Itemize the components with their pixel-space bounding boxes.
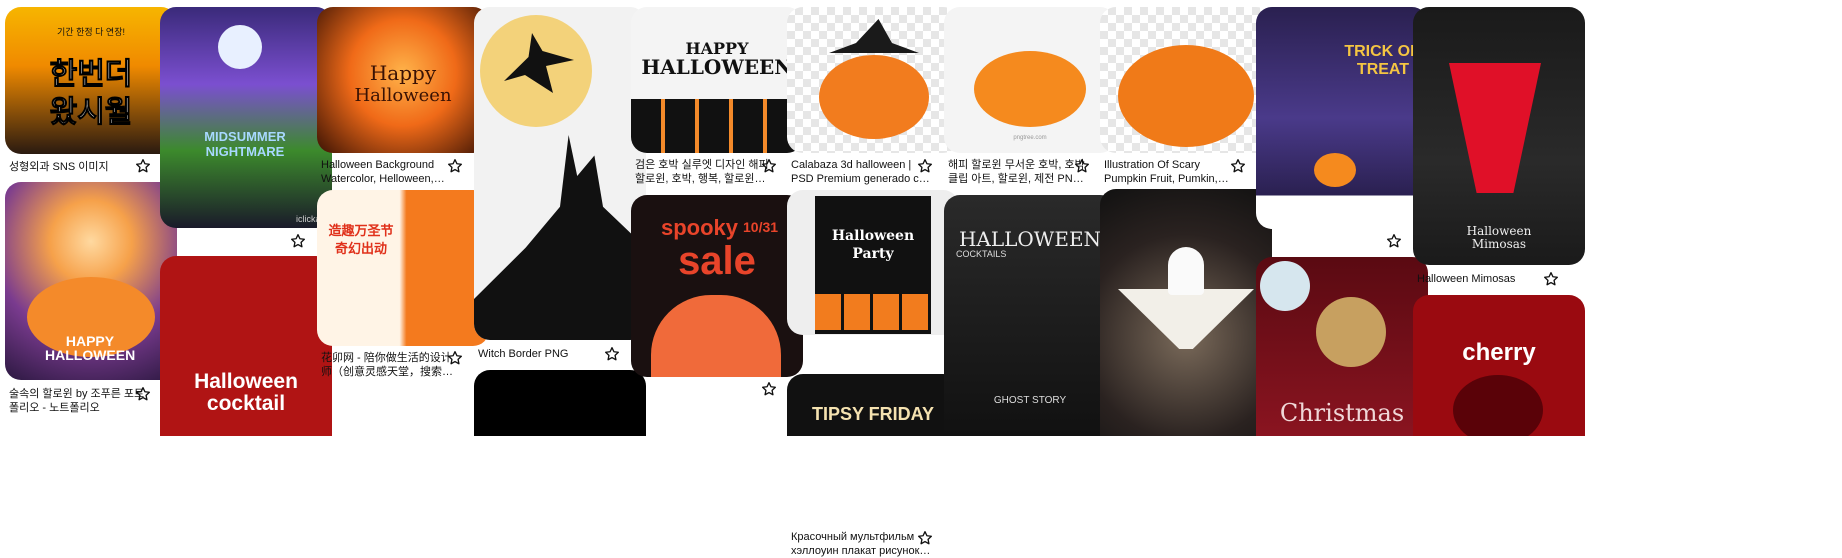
pin-image[interactable]: TRICK OR TREAT xyxy=(1256,7,1428,229)
pin-image[interactable] xyxy=(1100,189,1272,436)
pin-image[interactable]: HAPPY HALLOWEEN xyxy=(631,7,803,153)
pin-image-text: GHOST STORY xyxy=(993,395,1067,406)
pin-image[interactable]: cherry xyxy=(1413,295,1585,436)
witch-hat-shape xyxy=(829,19,919,53)
pin-image-text: spooky xyxy=(661,215,739,240)
pin-image-text: Party xyxy=(852,246,894,262)
pin-caption[interactable]: 술속의 할로윈 by 조푸른 포트폴리오 - 노트폴리오 xyxy=(9,387,149,415)
pin-image[interactable]: HAPPY HALLOWEEN xyxy=(5,182,177,380)
pin-image[interactable]: 造趣万圣节 奇幻出动 xyxy=(317,190,489,346)
pin-image[interactable]: Halloween Mimosas xyxy=(1413,7,1585,265)
cocktail-glass xyxy=(1118,289,1254,349)
pumpkin-row xyxy=(815,294,931,330)
pin-caption[interactable]: 해피 할로윈 무서운 호박, 호박 클립 아트, 할로윈, 제전 PNG, 일.… xyxy=(948,158,1088,186)
star-icon[interactable] xyxy=(135,158,151,174)
pin-image[interactable]: HALLOWEEN COCKTAILS GHOST STORY xyxy=(944,195,1116,436)
pin-image-text: 奇幻出动 xyxy=(334,241,387,256)
star-icon[interactable] xyxy=(604,346,620,362)
cocktail-glass xyxy=(1449,63,1541,193)
pin-caption[interactable]: Illustration Of Scary Pumpkin Fruit, Pum… xyxy=(1104,158,1244,186)
pin-image-text: cocktail xyxy=(206,392,286,415)
pin-image[interactable]: TIPSY FRIDAY xyxy=(787,374,959,436)
pin-image[interactable] xyxy=(1100,7,1272,153)
pin-image[interactable]: 기간 한정 다 연장! 한번더 왔시월 xyxy=(5,7,177,154)
pumpkin-shape xyxy=(974,51,1086,127)
pin-image[interactable] xyxy=(474,7,646,340)
pin-image[interactable]: pngtree.com xyxy=(944,7,1116,153)
ghost-shape xyxy=(1168,247,1204,295)
pin-image-text: Halloween xyxy=(354,85,452,106)
star-icon[interactable] xyxy=(761,381,777,397)
pin-image-text: sale xyxy=(678,239,756,283)
pumpkin-row xyxy=(631,99,803,153)
pin-image-text: 10/31 xyxy=(743,219,779,235)
pumpkin-shape xyxy=(1314,153,1356,187)
pin-caption[interactable]: Halloween Background Watercolor, Hellowe… xyxy=(321,158,461,186)
pin-image-text: TIPSY FRIDAY xyxy=(811,404,935,424)
pin-image[interactable] xyxy=(787,7,959,153)
cherry-shape xyxy=(1453,375,1543,436)
pin-image-text: HAPPY HALLOWEEN xyxy=(45,333,136,363)
pin-image-text: Halloween xyxy=(194,370,298,393)
pin-image[interactable]: Christmas xyxy=(1256,257,1428,436)
pumpkin-shape xyxy=(1118,45,1254,147)
ghosts-shape xyxy=(651,295,781,377)
pin-image[interactable] xyxy=(474,370,646,436)
castle-silhouette xyxy=(474,135,646,340)
pin-caption[interactable]: 花卯网 - 陪你做生活的设计师（创意灵感天堂，搜索、发现... xyxy=(321,351,461,379)
pin-image-text: Halloween xyxy=(831,228,915,244)
pin-caption[interactable]: 검은 호박 실루엣 디자인 해피 할로윈, 호박, 행복, 할로윈 PNG... xyxy=(635,158,775,186)
star-icon[interactable] xyxy=(447,158,463,174)
pin-caption[interactable]: Calabaza 3d halloween | PSD Premium gene… xyxy=(791,158,931,186)
pin-image-text: cherry xyxy=(1462,339,1536,366)
pin-caption[interactable]: Красочный мультфильм хэллоуин плакат рис… xyxy=(791,530,931,558)
star-icon[interactable] xyxy=(917,158,933,174)
pin-image-text: 왔시월 xyxy=(49,96,133,130)
pin-image-text: Happy xyxy=(369,61,437,85)
pin-image[interactable]: MIDSUMMER NIGHTMARE iclickart xyxy=(160,7,332,228)
star-icon[interactable] xyxy=(917,530,933,546)
pin-image[interactable]: Happy Halloween xyxy=(317,7,489,153)
pin-image-text: 기간 한정 다 연장! xyxy=(57,27,125,37)
star-icon[interactable] xyxy=(290,233,306,249)
star-icon[interactable] xyxy=(1543,271,1559,287)
star-icon[interactable] xyxy=(1386,233,1402,249)
pin-image[interactable]: Halloween cocktail xyxy=(160,256,332,436)
pin-image-text: MIDSUMMER NIGHTMARE xyxy=(204,129,286,159)
pin-image[interactable]: spooky 10/31 sale xyxy=(631,195,803,377)
pin-image-text: COCKTAILS xyxy=(956,249,1007,259)
ornament-shape xyxy=(1260,261,1310,311)
star-icon[interactable] xyxy=(447,350,463,366)
pin-image-text: 造趣万圣节 xyxy=(328,223,394,238)
pin-image-text: Christmas xyxy=(1279,399,1405,427)
pin-image-text: TRICK OR TREAT xyxy=(1344,43,1422,78)
pin-caption[interactable]: Halloween Mimosas xyxy=(1417,272,1557,286)
star-icon[interactable] xyxy=(1074,158,1090,174)
pumpkin-shape xyxy=(819,55,929,139)
pin-image-text: HALLOWEEN xyxy=(641,55,793,79)
star-icon[interactable] xyxy=(761,158,777,174)
watermark: pngtree.com xyxy=(1013,135,1047,141)
star-icon[interactable] xyxy=(1230,158,1246,174)
pin-image-text: HALLOWEEN xyxy=(958,227,1102,251)
pin-caption[interactable]: 성형외과 SNS 이미지 xyxy=(9,160,149,174)
star-icon[interactable] xyxy=(135,386,151,402)
pin-caption[interactable]: Witch Border PNG xyxy=(478,347,618,361)
pin-image[interactable]: Halloween Party xyxy=(787,190,959,335)
pin-image-text: Halloween Mimosas xyxy=(1466,224,1532,251)
ornament-shape xyxy=(1316,297,1386,367)
moon-shape xyxy=(218,25,262,69)
